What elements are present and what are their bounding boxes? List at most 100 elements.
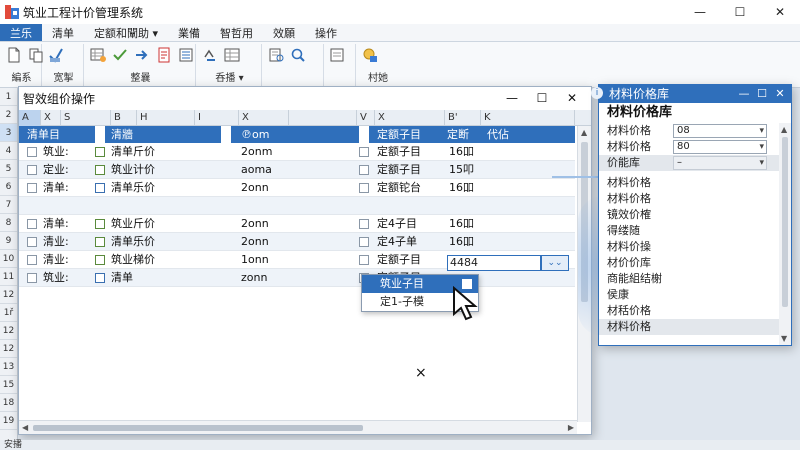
list-item[interactable]: 材价价库 <box>599 255 779 271</box>
minimize-button[interactable]: — <box>680 0 720 24</box>
menu-item-home[interactable]: 兰乐 <box>0 24 42 41</box>
table-row[interactable]: 定业: 筑业计价 aoma 定额子目 15叩 <box>19 161 575 179</box>
scroll-thumb[interactable] <box>33 425 363 431</box>
column-letter[interactable]: K <box>481 110 575 126</box>
quota-dropdown-button[interactable]: ⌄⌄ <box>541 255 569 271</box>
column-letter[interactable]: B' <box>445 110 481 126</box>
row-checkbox[interactable] <box>27 273 37 283</box>
row-checkbox[interactable] <box>27 237 37 247</box>
menu-item-tools[interactable]: 智哲用 <box>210 24 263 41</box>
search-icon[interactable] <box>290 47 306 63</box>
row-checkbox[interactable] <box>95 273 105 283</box>
table-row[interactable]: 清单: 筑业斤价 2onn 定4子目 16吅 <box>19 215 575 233</box>
row-checkbox[interactable] <box>27 183 37 193</box>
grid-edit-icon[interactable] <box>90 47 106 63</box>
row-checkbox[interactable] <box>27 255 37 265</box>
row-checkbox[interactable] <box>359 255 369 265</box>
row-checkbox[interactable] <box>359 219 369 229</box>
save-icon[interactable] <box>48 47 64 63</box>
row-checkbox[interactable] <box>95 147 105 157</box>
row-checkbox[interactable] <box>359 147 369 157</box>
close-mark-icon[interactable]: × <box>415 365 427 381</box>
table-row[interactable]: 筑业: 清单 zonn 定额子目 <box>19 269 575 287</box>
scroll-down-icon[interactable]: ▼ <box>781 334 787 343</box>
table-row[interactable] <box>19 197 575 215</box>
copy-file-icon[interactable] <box>28 47 44 63</box>
row-checkbox[interactable] <box>95 237 105 247</box>
column-letter[interactable]: X <box>239 110 289 126</box>
scroll-thumb[interactable] <box>782 137 788 307</box>
list-item[interactable]: 材料价格 <box>599 319 779 335</box>
column-letter[interactable]: H <box>137 110 195 126</box>
cell-quota-item: 定4子单 <box>377 235 417 248</box>
header-checkbox[interactable] <box>221 126 231 143</box>
column-letter[interactable]: A <box>19 110 41 126</box>
panel-vertical-scrollbar[interactable]: ▲ ▼ <box>779 123 791 345</box>
list-item[interactable]: 材秳价格 <box>599 303 779 319</box>
scroll-left-icon[interactable]: ◀ <box>22 423 28 432</box>
table-icon[interactable] <box>224 47 240 63</box>
list-item[interactable]: 材料价格 <box>599 175 779 191</box>
row-checkbox[interactable] <box>95 255 105 265</box>
new-file-icon[interactable] <box>6 47 22 63</box>
column-letter[interactable]: B <box>111 110 137 126</box>
table-row[interactable]: 清单: 清单乐价 2onn 定额铊台 16吅 <box>19 179 575 197</box>
view-dropdown-icon[interactable] <box>330 47 346 63</box>
column-letter[interactable]: X <box>375 110 445 126</box>
column-letter[interactable]: I <box>195 110 239 126</box>
menu-item-effect[interactable]: 效願 <box>263 24 305 41</box>
column-letter[interactable] <box>289 110 357 126</box>
panel-maximize-button[interactable]: ☐ <box>753 85 771 103</box>
dialog-close-button[interactable]: ✕ <box>557 87 587 109</box>
maximize-button[interactable]: ☐ <box>720 0 760 24</box>
menu-item-prepare[interactable]: 業備 <box>168 24 210 41</box>
column-letter[interactable]: X <box>41 110 61 126</box>
info-icon[interactable]: i <box>591 87 603 99</box>
row-checkbox[interactable] <box>359 237 369 247</box>
row-checkbox[interactable] <box>27 219 37 229</box>
column-letter[interactable]: V <box>357 110 375 126</box>
panel-minimize-button[interactable]: — <box>735 85 753 103</box>
swap-icon[interactable] <box>202 47 218 63</box>
cell-list-name: 清单乐价 <box>111 235 155 248</box>
arrow-right-icon[interactable] <box>134 47 150 63</box>
scroll-right-icon[interactable]: ▶ <box>568 423 574 432</box>
quota-edit-cell[interactable]: 4484 <box>447 255 541 271</box>
table-row[interactable]: 筑业: 清单斤价 2onm 定额子目 16吅 <box>19 143 575 161</box>
header-checkbox[interactable] <box>359 126 369 143</box>
row-checkbox[interactable] <box>27 147 37 157</box>
material-library-icon[interactable] <box>362 47 378 63</box>
list-item[interactable]: 得缕随 <box>599 223 779 239</box>
list-item[interactable]: 商能組结榭 <box>599 271 779 287</box>
document-red-icon[interactable] <box>156 47 172 63</box>
list-item[interactable]: 材料价格 <box>599 191 779 207</box>
menu-item-quota[interactable]: 定额和闡助 ▾ <box>84 24 168 41</box>
check-icon[interactable] <box>112 47 128 63</box>
close-button[interactable]: ✕ <box>760 0 800 24</box>
row-checkbox[interactable] <box>359 165 369 175</box>
material-price-select[interactable]: 08 <box>673 124 767 138</box>
row-checkbox[interactable] <box>95 165 105 175</box>
list-item[interactable]: 镜效价榷 <box>599 207 779 223</box>
row-checkbox[interactable] <box>95 183 105 193</box>
panel-close-button[interactable]: ✕ <box>771 85 789 103</box>
material-price-select[interactable]: 80 <box>673 140 767 154</box>
price-library-select[interactable]: – <box>673 156 767 170</box>
column-letter[interactable]: S <box>61 110 111 126</box>
menu-item-list[interactable]: 清单 <box>42 24 84 41</box>
scroll-up-icon[interactable]: ▲ <box>781 125 787 134</box>
table-row[interactable]: 清业: 清单乐价 2onn 定4子单 16吅 <box>19 233 575 251</box>
menu-item-operate[interactable]: 操作 <box>305 24 347 41</box>
row-checkbox[interactable] <box>27 165 37 175</box>
scroll-up-icon[interactable]: ▲ <box>581 128 587 137</box>
header-checkbox[interactable] <box>95 126 105 143</box>
row-checkbox[interactable] <box>95 219 105 229</box>
list-item[interactable]: 侯康 <box>599 287 779 303</box>
dialog-horizontal-scrollbar[interactable]: ◀ ▶ <box>19 420 577 434</box>
list-filter-icon[interactable] <box>268 47 284 63</box>
dialog-minimize-button[interactable]: — <box>497 87 527 109</box>
row-checkbox[interactable] <box>359 183 369 193</box>
dialog-maximize-button[interactable]: ☐ <box>527 87 557 109</box>
list-item[interactable]: 材料价操 <box>599 239 779 255</box>
list-edit-icon[interactable] <box>178 47 194 63</box>
